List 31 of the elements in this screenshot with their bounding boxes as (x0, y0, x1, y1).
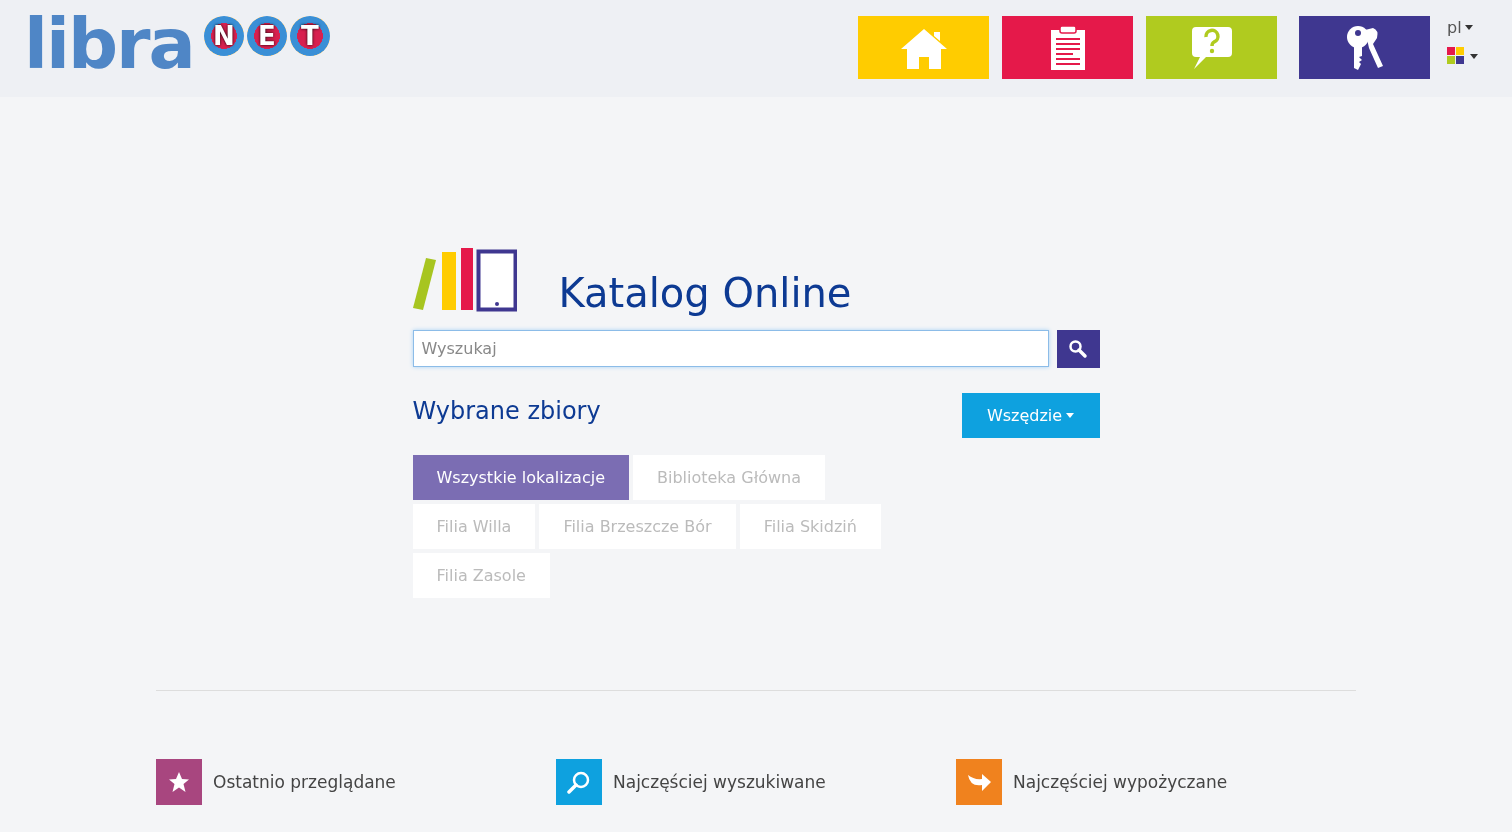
location-filter[interactable]: Filia Brzeszcze Bór (539, 504, 736, 549)
clipboard-tile[interactable] (1002, 16, 1133, 79)
footer-link[interactable]: Najczęściej wyszukiwane (613, 772, 826, 792)
keys-tile[interactable] (1299, 16, 1430, 79)
search-button[interactable] (1056, 330, 1100, 368)
home-tile[interactable] (858, 16, 989, 79)
location-filter[interactable]: Filia Skidziń (739, 504, 881, 549)
location-filter[interactable]: Filia Zasole (412, 553, 550, 598)
search-icon (1068, 339, 1088, 359)
footer-link[interactable]: Ostatnio przeglądane (213, 772, 396, 792)
location-filter[interactable]: Wszystkie lokalizacje (412, 455, 629, 500)
footer-link[interactable]: Najczęściej wypożyczane (1013, 772, 1228, 792)
home-icon (900, 26, 947, 69)
scope-dropdown[interactable]: Wszędzie (961, 393, 1100, 438)
logo-wordmark: libra (24, 4, 194, 84)
search-icon[interactable] (556, 759, 602, 805)
page-title: Katalog Online (558, 270, 852, 316)
search-field[interactable]: Wyszukaj (412, 330, 1049, 367)
logo-letter: N (203, 16, 244, 56)
location-filter[interactable]: Filia Willa (412, 504, 536, 549)
help-tile[interactable] (1146, 16, 1277, 79)
clipboard-icon (1050, 25, 1085, 70)
logo-letter: E (246, 16, 287, 56)
help-icon (1191, 26, 1232, 69)
language-dropdown[interactable]: pl (1447, 18, 1473, 37)
location-filter[interactable]: Biblioteka Główna (633, 455, 825, 500)
keys-icon (1346, 25, 1383, 70)
books-tablet-icon (412, 248, 517, 312)
section-heading: Wybrane zbiory (412, 397, 601, 425)
logo-letter: T (289, 16, 330, 56)
theme-dropdown[interactable] (1447, 47, 1478, 65)
